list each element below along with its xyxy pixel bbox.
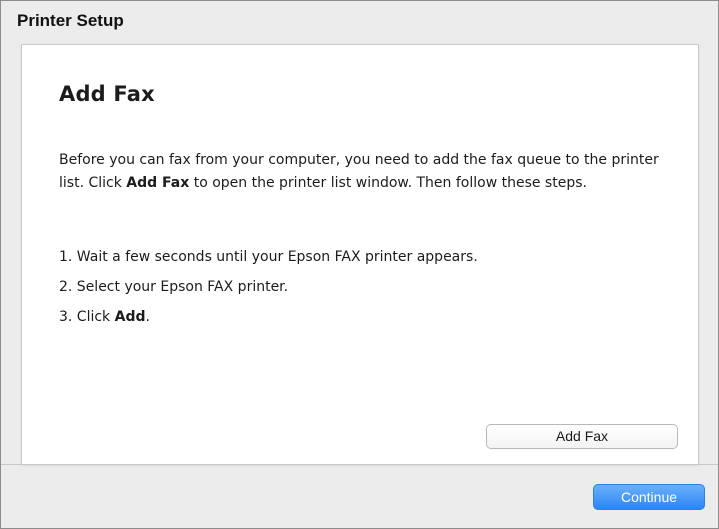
continue-button[interactable]: Continue: [593, 484, 705, 510]
step-text: 2. Select your Epson FAX printer.: [59, 279, 289, 295]
step-item: 3. Click Add.: [59, 302, 679, 332]
step-suffix: .: [145, 309, 150, 325]
intro-text-2: to open the printer list window. Then fo…: [189, 175, 587, 191]
step-text: 1. Wait a few seconds until your Epson F…: [59, 249, 478, 265]
add-fax-button[interactable]: Add Fax: [486, 424, 678, 449]
step-bold-add: Add: [114, 309, 146, 325]
intro-bold-add-fax: Add Fax: [126, 175, 190, 191]
printer-setup-window: Printer Setup Add Fax Before you can fax…: [0, 0, 719, 529]
step-item: 1. Wait a few seconds until your Epson F…: [59, 242, 679, 272]
footer-divider: [1, 464, 718, 465]
step-item: 2. Select your Epson FAX printer.: [59, 272, 679, 302]
step-text: 3. Click: [59, 309, 115, 325]
add-fax-panel: Add Fax Before you can fax from your com…: [21, 44, 699, 465]
panel-title: Add Fax: [59, 82, 155, 106]
title-bar: Printer Setup: [1, 1, 718, 41]
intro-paragraph: Before you can fax from your computer, y…: [59, 149, 679, 195]
steps-list: 1. Wait a few seconds until your Epson F…: [59, 242, 679, 332]
window-title: Printer Setup: [17, 11, 124, 30]
